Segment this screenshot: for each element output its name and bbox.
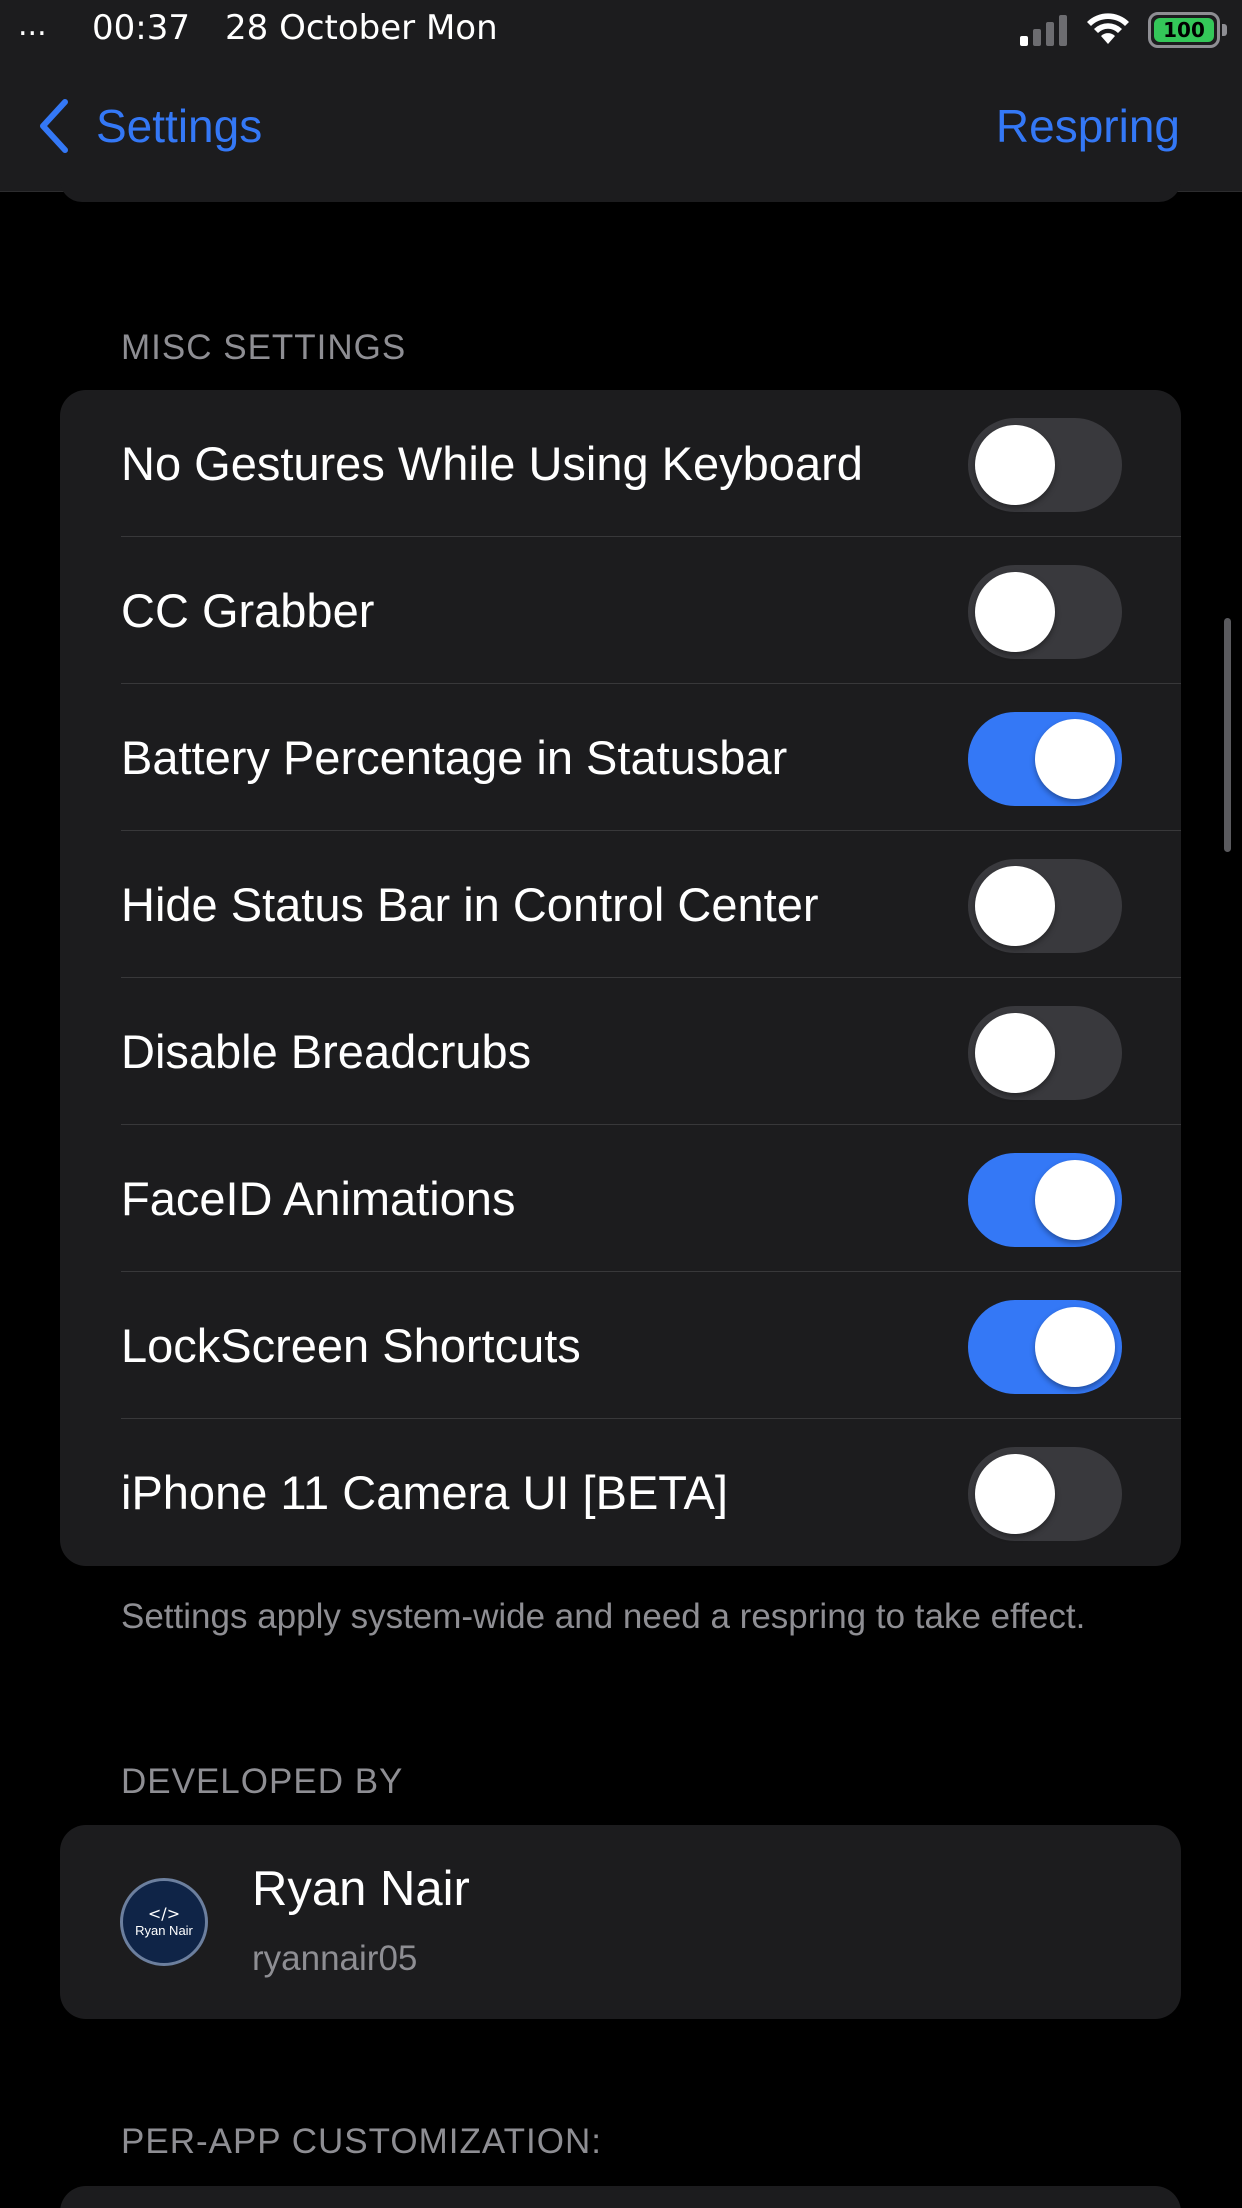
setting-label-camera-ui: iPhone 11 Camera UI [BETA] — [121, 1466, 728, 1519]
settings-row: FaceID Animations — [60, 1125, 1181, 1272]
misc-settings-card: No Gestures While Using Keyboard CC Grab… — [60, 390, 1181, 1566]
developed-by-header: DEVELOPED BY — [121, 1762, 404, 1801]
setting-label-battery-percentage: Battery Percentage in Statusbar — [121, 731, 788, 784]
settings-row: No Gestures While Using Keyboard — [60, 390, 1181, 537]
toggle-battery-percentage[interactable] — [968, 712, 1122, 806]
toggle-knob — [975, 1454, 1055, 1534]
battery-level: 100 — [1154, 18, 1214, 42]
toggle-knob — [1035, 719, 1115, 799]
respring-button[interactable]: Respring — [996, 94, 1180, 158]
toggle-knob — [1035, 1307, 1115, 1387]
settings-row: iPhone 11 Camera UI [BETA] — [60, 1419, 1181, 1566]
cellular-signal-icon — [1020, 15, 1067, 46]
setting-label-disable-breadcrumbs: Disable Breadcrubs — [121, 1025, 532, 1078]
chevron-left-icon — [40, 99, 68, 153]
toggle-disable-breadcrumbs[interactable] — [968, 1006, 1122, 1100]
setting-label-cc-grabber: CC Grabber — [121, 584, 375, 637]
developer-handle: ryannair05 — [252, 1939, 418, 1978]
toggle-knob — [975, 425, 1055, 505]
misc-settings-header: MISC SETTINGS — [121, 328, 407, 367]
setting-label-lockscreen-shortcuts: LockScreen Shortcuts — [121, 1319, 581, 1372]
developer-name: Ryan Nair — [252, 1862, 470, 1916]
settings-footer-note: Settings apply system-wide and need a re… — [121, 1597, 1086, 1636]
back-button[interactable]: Settings — [36, 94, 262, 158]
status-date: 28 October Mon — [225, 8, 498, 48]
wifi-icon — [1087, 13, 1129, 44]
toggle-knob — [975, 1013, 1055, 1093]
setting-label-no-gestures: No Gestures While Using Keyboard — [121, 437, 863, 490]
toggle-camera-ui[interactable] — [968, 1447, 1122, 1541]
scrollbar[interactable] — [1224, 618, 1231, 852]
toggle-knob — [1035, 1160, 1115, 1240]
avatar-text: Ryan Nair — [135, 1923, 193, 1938]
navigation-bar: Settings Respring — [0, 60, 1242, 192]
battery-icon: 100 — [1148, 12, 1227, 48]
back-button-label: Settings — [96, 100, 263, 152]
per-app-customization-header: PER-APP CUSTOMIZATION: — [121, 2122, 602, 2161]
status-bar: ... 00:37 28 October Mon 100 — [0, 0, 1242, 60]
settings-row: Hide Status Bar in Control Center — [60, 831, 1181, 978]
toggle-no-gestures[interactable] — [968, 418, 1122, 512]
settings-row: CC Grabber — [60, 537, 1181, 684]
avatar: </> Ryan Nair — [120, 1878, 208, 1966]
status-time: 00:37 — [92, 8, 190, 48]
previous-card-edge — [60, 180, 1181, 202]
avatar-code-glyph: </> — [147, 1904, 181, 1923]
toggle-faceid-animations[interactable] — [968, 1153, 1122, 1247]
status-dots: ... — [18, 8, 47, 43]
toggle-knob — [975, 866, 1055, 946]
next-card-edge — [60, 2186, 1181, 2208]
toggle-cc-grabber[interactable] — [968, 565, 1122, 659]
developer-card[interactable]: </> Ryan Nair Ryan Nair ryannair05 — [60, 1825, 1181, 2019]
settings-row: LockScreen Shortcuts — [60, 1272, 1181, 1419]
settings-row: Battery Percentage in Statusbar — [60, 684, 1181, 831]
toggle-hide-status-bar[interactable] — [968, 859, 1122, 953]
setting-label-hide-status-bar: Hide Status Bar in Control Center — [121, 878, 819, 931]
settings-row: Disable Breadcrubs — [60, 978, 1181, 1125]
setting-label-faceid-animations: FaceID Animations — [121, 1172, 516, 1225]
toggle-lockscreen-shortcuts[interactable] — [968, 1300, 1122, 1394]
toggle-knob — [975, 572, 1055, 652]
